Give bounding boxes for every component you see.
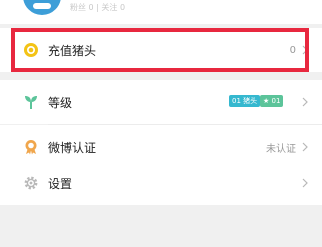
recharge-label: 充值猪头	[48, 43, 97, 58]
level-badge-secondary: ★ 01	[260, 95, 284, 107]
level-badge-primary: 01 猪头	[229, 95, 261, 107]
settings-row[interactable]: 设置	[0, 161, 322, 205]
profile-header: 粉丝 0 | 关注 0	[0, 0, 322, 24]
coin-icon	[23, 42, 39, 58]
level-label: 等级	[48, 95, 73, 110]
recharge-row[interactable]: 充值猪头 0	[0, 28, 322, 72]
settings-label: 设置	[48, 176, 73, 191]
chevron-right-icon	[300, 177, 310, 189]
chevron-right-icon	[300, 141, 310, 153]
profile-subtitle: 粉丝 0 | 关注 0	[70, 3, 126, 12]
gear-icon	[23, 175, 39, 191]
chevron-right-icon	[300, 96, 310, 108]
badge-ribbon-icon	[23, 139, 39, 155]
avatar[interactable]	[20, 0, 64, 18]
sprout-icon	[23, 94, 39, 110]
recharge-value: 0	[289, 44, 296, 56]
weibo-verify-label: 微博认证	[48, 140, 97, 155]
chevron-right-icon	[300, 44, 310, 56]
level-row[interactable]: 等级 01 猪头 ★ 01	[0, 80, 322, 124]
weibo-verify-value: 未认证	[266, 143, 296, 155]
